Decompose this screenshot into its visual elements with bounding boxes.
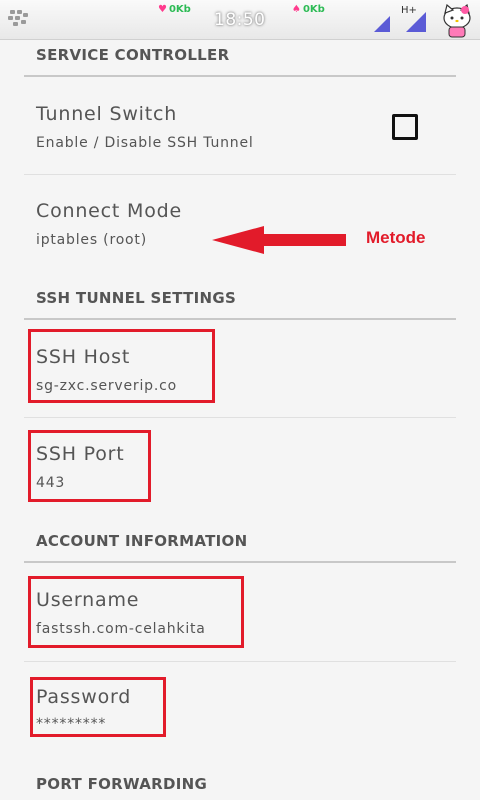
network-type: H+ [401, 5, 417, 16]
section-header-account-information: ACCOUNT INFORMATION [36, 532, 248, 550]
download-rate: ♥ 0Kb [158, 4, 191, 15]
blackberry-logo-icon [8, 10, 30, 28]
tunnel-switch-title: Tunnel Switch [36, 103, 178, 125]
hello-kitty-icon [443, 4, 471, 38]
highlight-box-ssh-host [28, 329, 215, 403]
section-divider [24, 75, 456, 77]
section-divider [24, 561, 456, 563]
section-divider [24, 318, 456, 320]
section-header-service-controller: SERVICE CONTROLLER [36, 46, 230, 64]
upload-rate: ♠ 0Kb [292, 4, 325, 15]
item-divider [24, 661, 456, 662]
highlight-box-ssh-port [28, 430, 151, 502]
tunnel-switch-checkbox[interactable] [392, 114, 418, 140]
highlight-box-username [28, 576, 244, 648]
highlight-box-password [30, 677, 166, 737]
tunnel-switch-summary: Enable / Disable SSH Tunnel [36, 135, 254, 151]
spade-icon: ♠ [292, 4, 301, 15]
item-divider [24, 174, 456, 175]
red-arrow-annotation [212, 226, 346, 254]
heart-icon: ♥ [158, 4, 167, 15]
status-bar: ♥ 0Kb 18:50 ♠ 0Kb H+ [0, 0, 480, 40]
connect-mode-summary: iptables (root) [36, 232, 147, 248]
item-divider [24, 417, 456, 418]
section-header-port-forwarding: PORT FORWARDING [36, 775, 208, 793]
connect-mode-title: Connect Mode [36, 200, 182, 222]
clock: 18:50 [214, 10, 266, 30]
section-header-ssh-tunnel-settings: SSH TUNNEL SETTINGS [36, 289, 237, 307]
annotation-label: Metode [366, 228, 426, 247]
